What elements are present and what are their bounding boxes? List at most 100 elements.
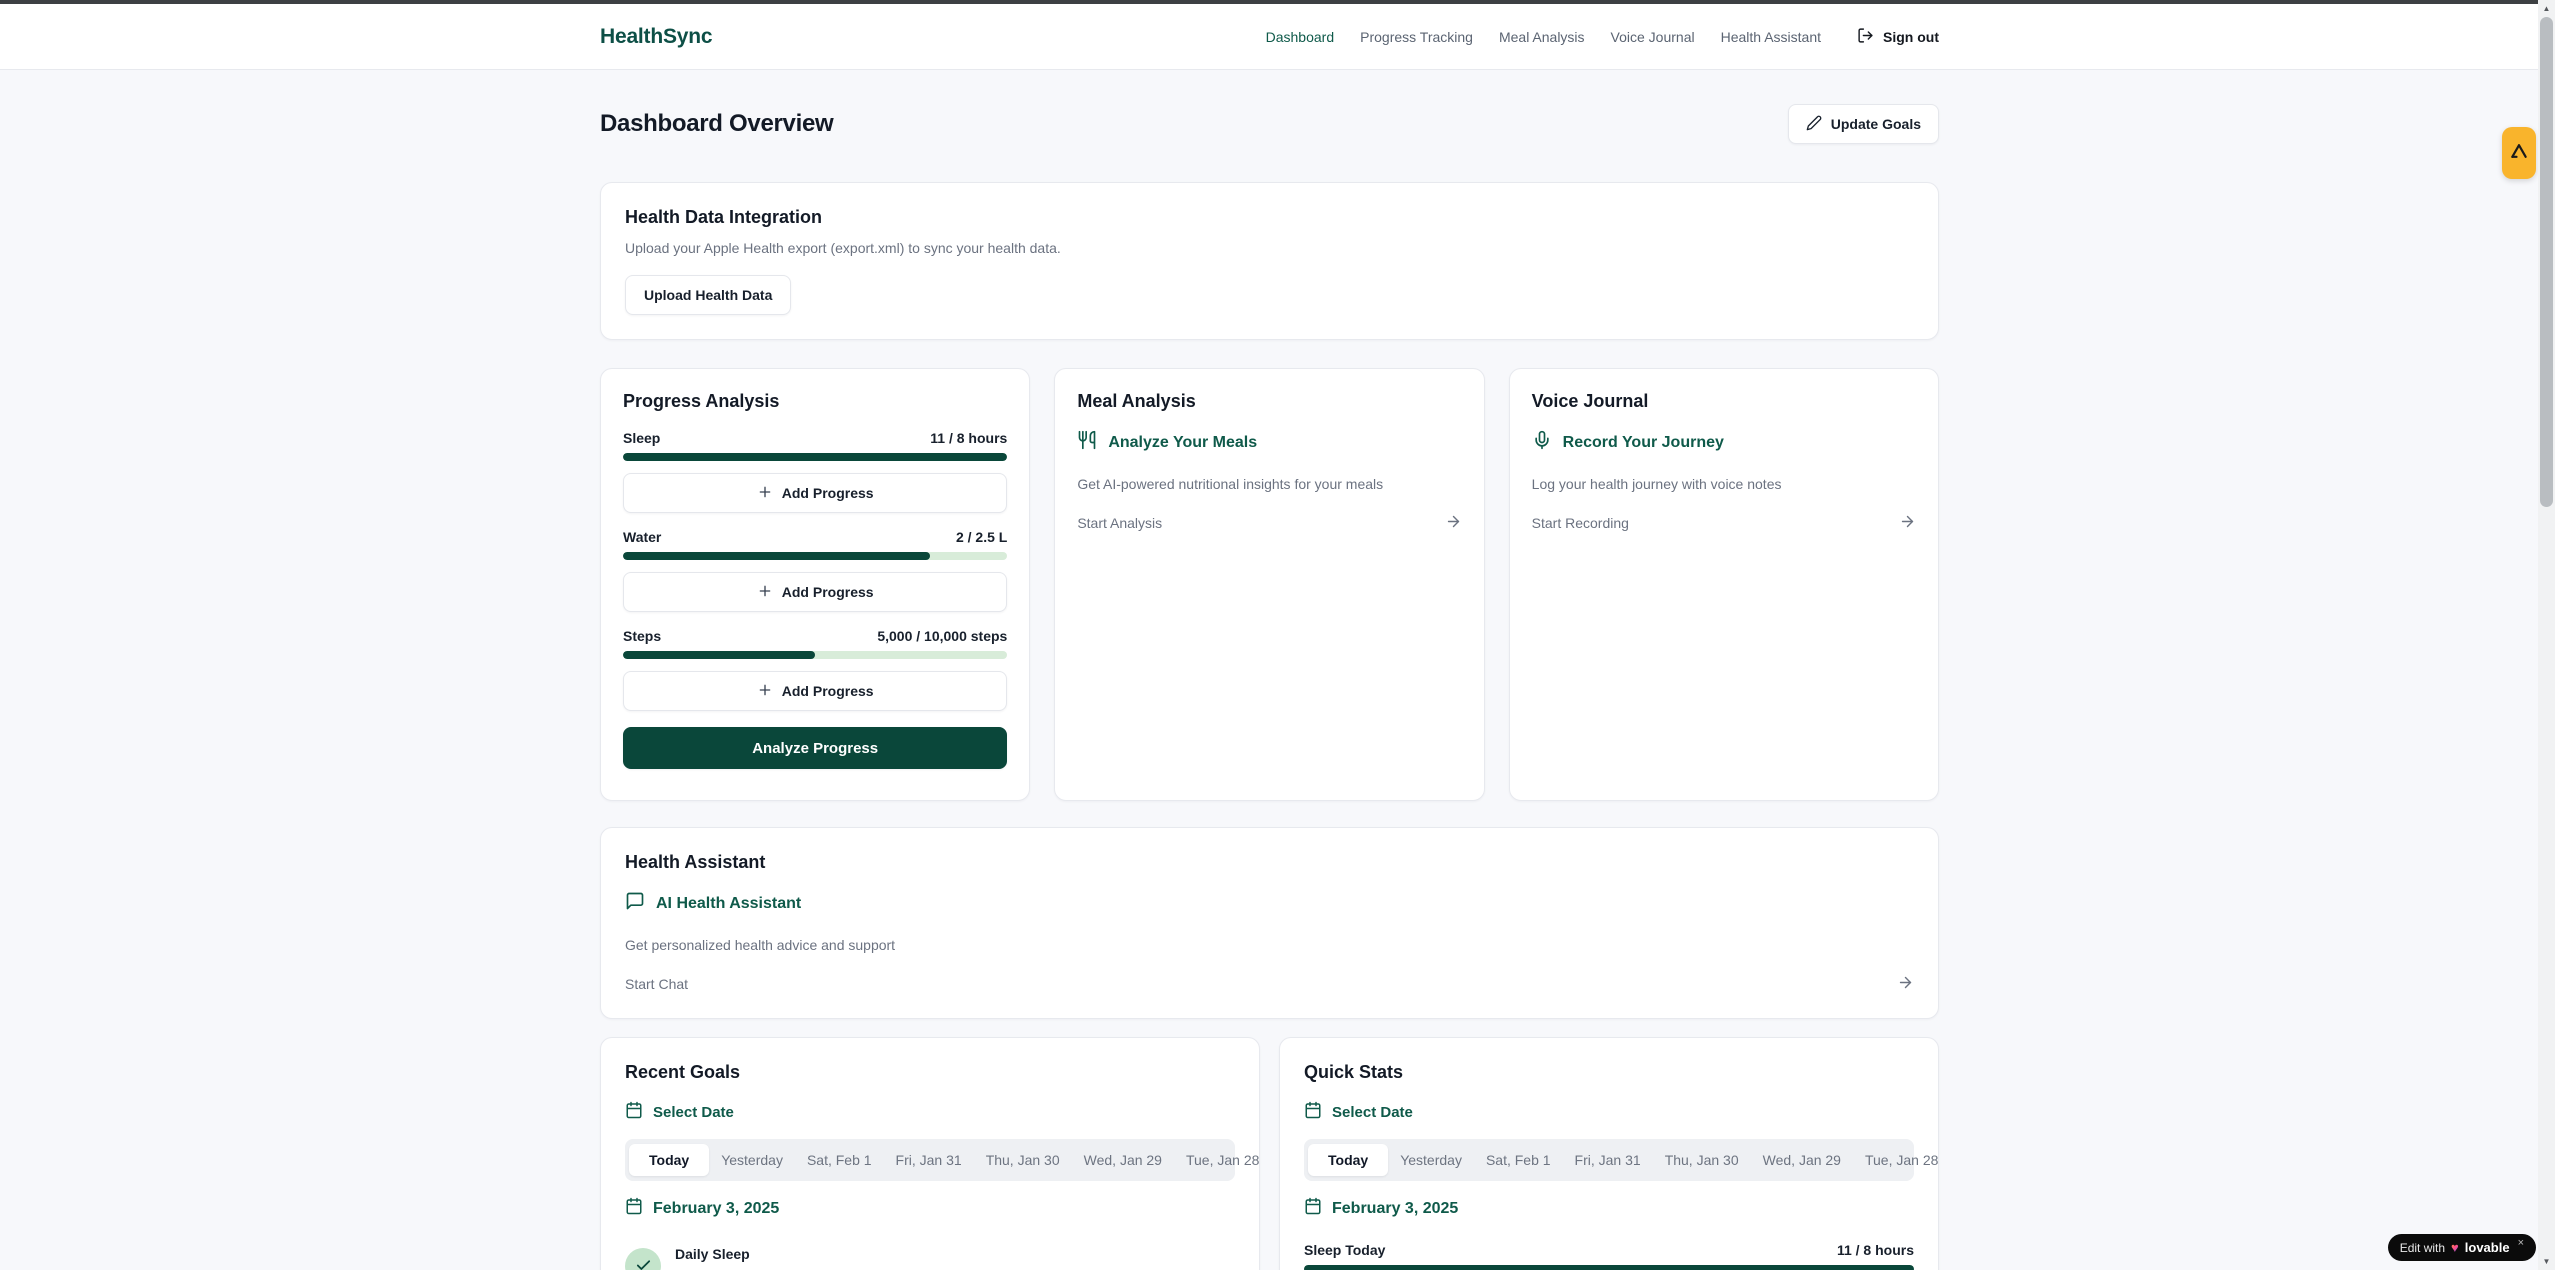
progress-analysis-card: Progress Analysis Sleep 11 / 8 hours Add…	[600, 368, 1030, 801]
start-analysis-label: Start Analysis	[1077, 515, 1162, 531]
add-progress-steps-button[interactable]: Add Progress	[623, 671, 1007, 711]
plus-icon	[757, 682, 773, 701]
utensils-icon	[1077, 430, 1097, 455]
nav-meal-analysis[interactable]: Meal Analysis	[1499, 29, 1585, 45]
nav-dashboard[interactable]: Dashboard	[1266, 29, 1335, 45]
meal-heading: Analyze Your Meals	[1108, 434, 1257, 452]
pencil-icon	[1806, 115, 1822, 134]
analyze-your-meals-link[interactable]: Analyze Your Meals	[1077, 430, 1461, 455]
log-out-icon	[1857, 27, 1874, 47]
plus-icon	[757, 583, 773, 602]
tab-today[interactable]: Today	[1308, 1144, 1388, 1176]
tab-yesterday[interactable]: Yesterday	[1388, 1144, 1474, 1176]
steps-progress-bar	[623, 651, 1007, 659]
quick-stats-date-tabs: Today Yesterday Sat, Feb 1 Fri, Jan 31 T…	[1304, 1139, 1914, 1181]
chat-bubble-icon	[625, 891, 645, 916]
voice-description: Log your health journey with voice notes	[1532, 474, 1916, 494]
lovable-dev-toggle-button[interactable]	[2502, 127, 2536, 179]
close-icon[interactable]: ×	[2518, 1237, 2524, 1249]
add-progress-sleep-button[interactable]: Add Progress	[623, 473, 1007, 513]
edit-with-lovable-badge[interactable]: Edit with ♥ lovable ×	[2388, 1234, 2536, 1261]
start-recording-link[interactable]: Start Recording	[1532, 513, 1916, 533]
scrollbar-up-arrow[interactable]: ▲	[2538, 0, 2555, 17]
nav-voice-journal[interactable]: Voice Journal	[1611, 29, 1695, 45]
nav-health-assistant[interactable]: Health Assistant	[1721, 29, 1821, 45]
heart-icon: ♥	[2451, 1240, 2459, 1255]
app-logo: HealthSync	[600, 25, 712, 49]
arrow-right-icon	[1899, 513, 1916, 533]
sign-out-label: Sign out	[1883, 29, 1939, 45]
voice-heading: Record Your Journey	[1563, 434, 1724, 452]
meal-analysis-card: Meal Analysis Analyze Your Meals Get AI-…	[1054, 368, 1484, 801]
edit-with-label: Edit with	[2400, 1241, 2445, 1255]
health-data-integration-card: Health Data Integration Upload your Appl…	[600, 182, 1939, 340]
recent-goals-card: Recent Goals Select Date Today Yesterday…	[600, 1037, 1260, 1270]
water-value: 2 / 2.5 L	[956, 529, 1007, 545]
update-goals-button[interactable]: Update Goals	[1788, 104, 1939, 144]
main-content: Dashboard Overview Update Goals Health D…	[0, 71, 2538, 1270]
voice-title: Voice Journal	[1532, 391, 1916, 412]
goal-name: Daily Sleep	[675, 1246, 750, 1262]
tab-thu-jan-30[interactable]: Thu, Jan 30	[974, 1144, 1072, 1176]
sign-out-button[interactable]: Sign out	[1857, 27, 1939, 47]
recent-goals-select-date[interactable]: Select Date	[625, 1101, 1235, 1123]
tab-fri-jan-31[interactable]: Fri, Jan 31	[1563, 1144, 1653, 1176]
water-progress-bar	[623, 552, 1007, 560]
tab-tue-jan-28[interactable]: Tue, Jan 28	[1174, 1144, 1260, 1176]
arrow-right-icon	[1897, 974, 1914, 994]
progress-title: Progress Analysis	[623, 391, 1007, 412]
start-analysis-link[interactable]: Start Analysis	[1077, 513, 1461, 533]
scrollbar-thumb[interactable]	[2540, 17, 2553, 507]
arrow-right-icon	[1445, 513, 1462, 533]
recent-goals-title: Recent Goals	[625, 1062, 1235, 1083]
plus-icon	[757, 484, 773, 503]
record-your-journey-link[interactable]: Record Your Journey	[1532, 430, 1916, 455]
sleep-today-label: Sleep Today	[1304, 1242, 1385, 1258]
quick-stats-current-date[interactable]: February 3, 2025	[1304, 1197, 1914, 1220]
add-progress-label: Add Progress	[782, 683, 874, 699]
progress-item-water: Water 2 / 2.5 L Add Progress	[623, 529, 1007, 612]
tab-tue-jan-28[interactable]: Tue, Jan 28	[1853, 1144, 1939, 1176]
quick-stats-card: Quick Stats Select Date Today Yesterday …	[1279, 1037, 1939, 1270]
add-progress-water-button[interactable]: Add Progress	[623, 572, 1007, 612]
analyze-progress-button[interactable]: Analyze Progress	[623, 727, 1007, 769]
current-date-label: February 3, 2025	[1332, 1200, 1458, 1218]
sleep-label: Sleep	[623, 430, 660, 446]
tab-yesterday[interactable]: Yesterday	[709, 1144, 795, 1176]
select-date-label: Select Date	[1332, 1104, 1413, 1121]
calendar-icon	[1304, 1197, 1322, 1220]
progress-item-steps: Steps 5,000 / 10,000 steps Add Progress	[623, 628, 1007, 711]
health-assistant-card: Health Assistant AI Health Assistant Get…	[600, 827, 1939, 1019]
nav-progress-tracking[interactable]: Progress Tracking	[1360, 29, 1473, 45]
sleep-today-progress-bar	[1304, 1265, 1914, 1270]
vertical-scrollbar[interactable]: ▲ ▼	[2538, 0, 2555, 1270]
sleep-value: 11 / 8 hours	[930, 430, 1007, 446]
tab-sat-feb-1[interactable]: Sat, Feb 1	[1474, 1144, 1563, 1176]
scrollbar-down-arrow[interactable]: ▼	[2538, 1253, 2555, 1270]
tab-sat-feb-1[interactable]: Sat, Feb 1	[795, 1144, 884, 1176]
sleep-progress-bar	[623, 453, 1007, 461]
tab-wed-jan-29[interactable]: Wed, Jan 29	[1072, 1144, 1174, 1176]
upload-health-data-button[interactable]: Upload Health Data	[625, 275, 791, 315]
meal-description: Get AI-powered nutritional insights for …	[1077, 474, 1461, 494]
recent-goals-current-date[interactable]: February 3, 2025	[625, 1197, 1235, 1220]
add-progress-label: Add Progress	[782, 485, 874, 501]
steps-label: Steps	[623, 628, 661, 644]
tab-fri-jan-31[interactable]: Fri, Jan 31	[884, 1144, 974, 1176]
sleep-today-stat: Sleep Today 11 / 8 hours Add Progress	[1304, 1242, 1914, 1270]
assistant-title: Health Assistant	[625, 852, 1914, 873]
start-chat-link[interactable]: Start Chat	[625, 974, 1914, 994]
sleep-today-value: 11 / 8 hours	[1837, 1242, 1914, 1258]
microphone-icon	[1532, 430, 1552, 455]
voice-journal-card: Voice Journal Record Your Journey Log yo…	[1509, 368, 1939, 801]
quick-stats-select-date[interactable]: Select Date	[1304, 1101, 1914, 1123]
app-header: HealthSync Dashboard Progress Tracking M…	[0, 4, 2538, 70]
lovable-logo-icon	[2509, 142, 2529, 165]
ai-health-assistant-link[interactable]: AI Health Assistant	[625, 891, 1914, 916]
tab-today[interactable]: Today	[629, 1144, 709, 1176]
progress-item-sleep: Sleep 11 / 8 hours Add Progress	[623, 430, 1007, 513]
calendar-icon	[1304, 1101, 1322, 1123]
tab-thu-jan-30[interactable]: Thu, Jan 30	[1653, 1144, 1751, 1176]
integration-description: Upload your Apple Health export (export.…	[625, 238, 1914, 258]
tab-wed-jan-29[interactable]: Wed, Jan 29	[1751, 1144, 1853, 1176]
